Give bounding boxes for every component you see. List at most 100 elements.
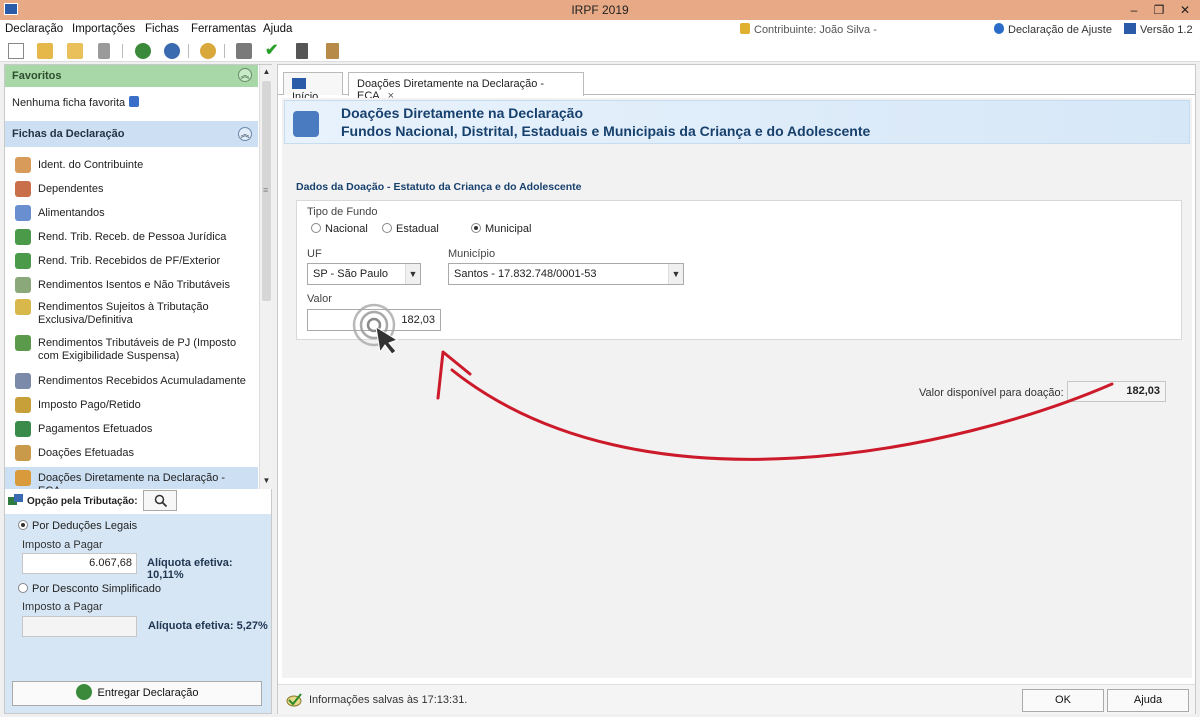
ajuda-button[interactable]: Ajuda bbox=[1107, 689, 1189, 712]
municipio-select[interactable]: Santos - 17.832.748/0001-53 ▼ bbox=[448, 263, 684, 285]
toolbar-separator bbox=[122, 44, 123, 58]
minimize-button[interactable]: – bbox=[1123, 1, 1145, 19]
scroll-down-icon[interactable]: ▼ bbox=[261, 475, 272, 487]
new-document-icon[interactable] bbox=[8, 43, 24, 59]
menu-declaracao[interactable]: Declaração bbox=[5, 23, 63, 35]
sidebar-item[interactable]: Dependentes bbox=[5, 181, 258, 201]
fichas-header[interactable]: Fichas da Declaração ︽ bbox=[5, 121, 258, 147]
sidebar-item-label: Rendimentos Sujeitos à Tributação Exclus… bbox=[38, 301, 209, 326]
tax-paid-icon bbox=[15, 397, 31, 413]
fichas-scrollbar[interactable]: ▲ ≡ ▼ bbox=[259, 65, 272, 489]
radio-off-icon bbox=[311, 223, 321, 233]
main-panel: Início Doações Diretamente na Declaração… bbox=[277, 64, 1196, 714]
sidebar-item-label: Alimentandos bbox=[38, 207, 105, 219]
sidebar-item[interactable]: Doações Diretamente na Declaração - ECA bbox=[5, 467, 258, 497]
valor-input[interactable]: 182,03 bbox=[307, 309, 441, 331]
toolbar-separator bbox=[224, 44, 225, 58]
favoritos-title: Favoritos bbox=[12, 70, 62, 82]
tributacao-search-button[interactable] bbox=[143, 490, 177, 511]
collapse-fichas-icon[interactable]: ︽ bbox=[238, 127, 252, 141]
sidebar-item[interactable]: Rendimentos Tributáveis de PJ (Imposto c… bbox=[5, 335, 258, 365]
chevron-down-icon[interactable]: ▼ bbox=[668, 264, 683, 284]
menu-ferramentas[interactable]: Ferramentas bbox=[191, 23, 256, 35]
radio-deducoes-legais[interactable]: Por Deduções Legais bbox=[18, 520, 137, 532]
uf-label: UF bbox=[307, 248, 322, 260]
search-icon bbox=[154, 494, 168, 508]
version-icon bbox=[1124, 23, 1136, 34]
tab-inicio[interactable]: Início bbox=[283, 72, 343, 103]
book-icon[interactable] bbox=[326, 43, 339, 59]
sidebar-item[interactable]: Pagamentos Efetuados bbox=[5, 421, 258, 441]
scroll-grip-icon: ≡ bbox=[263, 185, 269, 195]
sidebar-item[interactable]: Rendimentos Isentos e Não Tributáveis bbox=[5, 277, 258, 297]
restore-button[interactable]: ❐ bbox=[1148, 1, 1170, 19]
valor-label: Valor bbox=[307, 293, 332, 305]
send-declaration-icon[interactable] bbox=[200, 43, 216, 59]
uf-select[interactable]: SP - São Paulo ▼ bbox=[307, 263, 421, 285]
sidebar-item[interactable]: Imposto Pago/Retido bbox=[5, 397, 258, 417]
radio-desconto-simplificado[interactable]: Por Desconto Simplificado bbox=[18, 583, 161, 595]
tab-bar: Início Doações Diretamente na Declaração… bbox=[278, 65, 1195, 103]
receita-icon[interactable] bbox=[135, 43, 151, 59]
chevron-down-icon[interactable]: ▼ bbox=[405, 264, 420, 284]
section-title: Dados da Doação - Estatuto da Criança e … bbox=[296, 181, 582, 193]
sidebar-item[interactable]: Alimentandos bbox=[5, 205, 258, 225]
radio-nacional[interactable]: Nacional bbox=[311, 223, 368, 235]
title-bar: IRPF 2019 – ❐ ✕ bbox=[0, 0, 1200, 20]
sidebar-item[interactable]: Rendimentos Sujeitos à Tributação Exclus… bbox=[5, 299, 258, 329]
alimentandos-icon bbox=[15, 205, 31, 221]
receita-online-icon[interactable] bbox=[164, 43, 180, 59]
home-icon bbox=[292, 78, 306, 89]
sidebar-item[interactable]: Ident. do Contribuinte bbox=[5, 157, 258, 177]
tab-doacoes-eca[interactable]: Doações Diretamente na Declaração - ECA × bbox=[348, 72, 584, 102]
close-window-button[interactable]: ✕ bbox=[1174, 1, 1196, 19]
doc-warning-icon bbox=[15, 299, 31, 315]
toolbar-separator bbox=[188, 44, 189, 58]
radio-estadual[interactable]: Estadual bbox=[382, 223, 439, 235]
donation-form: Tipo de Fundo Nacional Estadual Municipa… bbox=[296, 200, 1182, 340]
sidebar-item[interactable]: Rend. Trib. Receb. de Pessoa Jurídica bbox=[5, 229, 258, 249]
favoritos-empty: Nenhuma ficha favorita bbox=[12, 96, 140, 109]
folder-icon[interactable] bbox=[67, 43, 83, 59]
declaration-a-icon bbox=[994, 23, 1004, 34]
sidebar-item-label: Pagamentos Efetuados bbox=[38, 423, 153, 435]
doc-clock-icon bbox=[15, 373, 31, 389]
entregar-declaracao-button[interactable]: Entregar Declaração bbox=[12, 681, 262, 706]
radio-off-icon bbox=[18, 583, 28, 593]
favoritos-header[interactable]: Favoritos ︽ bbox=[5, 65, 258, 87]
status-bar: Informações salvas às 17:13:31. OK Ajuda bbox=[278, 684, 1195, 714]
aliquota-simplificado: Alíquota efetiva: 5,27% bbox=[148, 620, 268, 632]
collapse-favoritos-icon[interactable]: ︽ bbox=[238, 68, 252, 82]
sidebar-item-label: Doações Efetuadas bbox=[38, 447, 135, 459]
sidebar-item[interactable]: Rend. Trib. Recebidos de PF/Exterior bbox=[5, 253, 258, 273]
imposto-label-simplificado: Imposto a Pagar bbox=[22, 601, 103, 613]
calculator-icon[interactable] bbox=[296, 43, 308, 59]
menu-fichas[interactable]: Fichas bbox=[145, 23, 179, 35]
tributacao-title: Opção pela Tributação: bbox=[27, 496, 138, 507]
ok-button[interactable]: OK bbox=[1022, 689, 1104, 712]
tributacao-header: Opção pela Tributação: bbox=[5, 489, 271, 514]
page-banner: Doações Diretamente na Declaração Fundos… bbox=[284, 100, 1190, 144]
money-in-icon bbox=[15, 229, 31, 245]
scroll-up-icon[interactable]: ▲ bbox=[261, 66, 272, 78]
sidebar-item[interactable]: Rendimentos Recebidos Acumuladamente bbox=[5, 373, 258, 393]
left-navigation-panel: Favoritos ︽ Nenhuma ficha favorita Ficha… bbox=[4, 64, 272, 714]
print-icon[interactable] bbox=[236, 43, 252, 59]
eca-icon bbox=[15, 470, 31, 486]
sidebar-item-label: Rendimentos Recebidos Acumuladamente bbox=[38, 375, 246, 387]
sidebar-item[interactable]: Doações Efetuadas bbox=[5, 445, 258, 465]
imposto-simplificado-value bbox=[22, 616, 137, 637]
fichas-title: Fichas da Declaração bbox=[12, 128, 125, 140]
sidebar-item-label: Dependentes bbox=[38, 183, 104, 195]
imposto-deducoes-value: 6.067,68 bbox=[22, 553, 137, 574]
verify-check-icon[interactable]: ✔ bbox=[265, 43, 281, 59]
radio-municipal[interactable]: Municipal bbox=[471, 223, 531, 235]
menu-ajuda[interactable]: Ajuda bbox=[263, 23, 292, 35]
municipio-label: Município bbox=[448, 248, 496, 260]
card-icon bbox=[15, 421, 31, 437]
open-folder-icon[interactable] bbox=[37, 43, 53, 59]
trash-icon[interactable] bbox=[98, 43, 110, 59]
menu-importacoes[interactable]: Importações bbox=[72, 23, 135, 35]
radio-off-icon bbox=[382, 223, 392, 233]
eca-header-icon bbox=[293, 111, 319, 137]
